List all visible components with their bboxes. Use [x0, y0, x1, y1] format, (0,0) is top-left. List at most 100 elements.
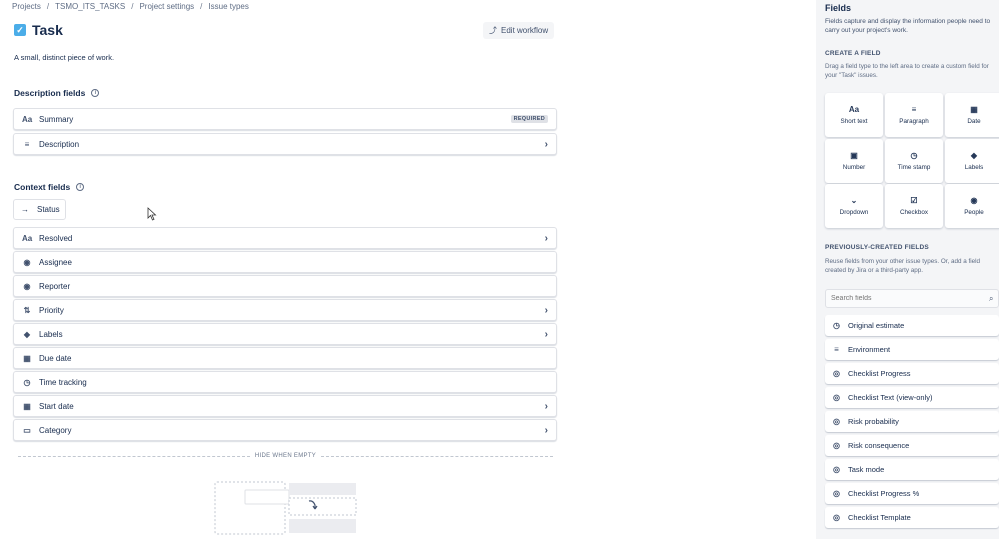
hide-when-empty-label: HIDE WHEN EMPTY — [254, 453, 317, 459]
tile-checkbox[interactable]: ☑ Checkbox — [885, 184, 943, 228]
tile-date[interactable]: ▦ Date — [945, 93, 999, 137]
description-fields-title: Description fields — [14, 88, 86, 98]
field-time-tracking[interactable]: ◷ Time tracking — [13, 371, 557, 393]
field-description[interactable]: ≡ Description › — [13, 133, 557, 155]
prev-field-risk-probability[interactable]: ◎ Risk probability — [825, 411, 999, 432]
dashed-line — [321, 455, 554, 457]
info-icon[interactable]: i — [76, 183, 85, 191]
field-assignee[interactable]: ◉ Assignee — [13, 251, 557, 273]
stopwatch-icon: ◷ — [23, 377, 31, 387]
breadcrumb-separator: / — [200, 2, 203, 11]
breadcrumb-project[interactable]: TSMO_ITS_TASKS — [55, 2, 125, 11]
page-title: Task — [32, 22, 63, 38]
tile-people[interactable]: ◉ People — [945, 184, 999, 228]
tile-time-stamp[interactable]: ◷ Time stamp — [885, 139, 943, 183]
breadcrumb-projects[interactable]: Projects — [12, 2, 41, 11]
label-tag-icon: ◆ — [970, 151, 978, 160]
field-due-date[interactable]: ▦ Due date — [13, 347, 557, 369]
prev-field-label: Checklist Template — [848, 513, 911, 522]
status-field[interactable]: → Status — [13, 199, 66, 220]
calendar-icon: ▦ — [23, 401, 31, 411]
custom-field-icon: ◎ — [833, 417, 840, 426]
calendar-icon: ▦ — [970, 105, 978, 114]
person-icon: ◉ — [23, 281, 31, 291]
short-text-icon: Aa — [22, 233, 33, 243]
context-fields-title: Context fields — [14, 182, 71, 192]
field-category[interactable]: ▭ Category › — [13, 419, 557, 441]
prev-field-label: Original estimate — [848, 321, 905, 330]
breadcrumb-separator: / — [131, 2, 134, 11]
search-fields-input[interactable] — [825, 289, 999, 308]
prev-field-risk-consequence[interactable]: ◎ Risk consequence — [825, 435, 999, 456]
prev-field-checklist-progress[interactable]: ◎ Checklist Progress — [825, 363, 999, 384]
prev-field-label: Checklist Progress % — [848, 489, 920, 498]
field-label: Reporter — [39, 281, 71, 291]
paragraph-icon: ≡ — [911, 105, 917, 114]
prev-field-checklist-progress-percent[interactable]: ◎ Checklist Progress % — [825, 483, 999, 504]
checkbox-icon: ☑ — [910, 196, 918, 205]
clock-icon: ◷ — [833, 321, 840, 330]
status-label: Status — [37, 205, 60, 214]
tile-short-text[interactable]: Aa Short text — [825, 93, 883, 137]
prev-field-task-mode[interactable]: ◎ Task mode — [825, 459, 999, 480]
chevron-right-icon[interactable]: › — [545, 305, 548, 316]
prev-field-label: Risk probability — [848, 417, 899, 426]
prev-field-checklist-template[interactable]: ◎ Checklist Template — [825, 507, 999, 528]
field-reporter[interactable]: ◉ Reporter — [13, 275, 557, 297]
field-summary[interactable]: Aa Summary REQUIRED — [13, 108, 557, 130]
prev-field-original-estimate[interactable]: ◷ Original estimate — [825, 315, 999, 336]
field-label: Category — [39, 425, 72, 435]
arrow-right-icon: → — [21, 205, 29, 214]
field-label: Priority — [39, 305, 64, 315]
tile-labels[interactable]: ◆ Labels — [945, 139, 999, 183]
create-field-description: Drag a field type to the left area to cr… — [825, 63, 989, 79]
custom-field-icon: ◎ — [833, 393, 840, 402]
description-fields-heading: Description fields i — [14, 88, 100, 98]
chevron-right-icon[interactable]: › — [545, 233, 548, 244]
search-icon[interactable]: ⌕ — [989, 294, 993, 304]
person-icon: ◉ — [23, 257, 31, 267]
tile-label: Number — [842, 164, 866, 171]
chevron-right-icon[interactable]: › — [545, 401, 548, 412]
custom-field-icon: ◎ — [833, 489, 840, 498]
clock-icon: ◷ — [910, 151, 918, 160]
breadcrumb-issue-types[interactable]: Issue types — [208, 2, 248, 11]
breadcrumb-project-settings[interactable]: Project settings — [139, 2, 194, 11]
field-label: Summary — [39, 114, 74, 124]
tile-dropdown[interactable]: ⌄ Dropdown — [825, 184, 883, 228]
priority-icon: ⇅ — [23, 305, 31, 315]
field-resolved[interactable]: Aa Resolved › — [13, 227, 557, 249]
field-labels[interactable]: ◆ Labels › — [13, 323, 557, 345]
tile-label: Paragraph — [899, 118, 929, 125]
custom-field-icon: ◎ — [833, 513, 840, 522]
breadcrumb-separator: / — [46, 2, 50, 11]
panel-title: Fields — [825, 3, 852, 13]
tile-paragraph[interactable]: ≡ Paragraph — [885, 93, 943, 137]
info-icon[interactable]: i — [91, 89, 100, 97]
calendar-icon: ▦ — [23, 353, 31, 363]
edit-workflow-button[interactable]: ⤴ Edit workflow — [483, 22, 555, 39]
field-label: Start date — [39, 401, 74, 411]
chevron-right-icon[interactable]: › — [545, 425, 548, 436]
tile-label: Date — [967, 118, 981, 125]
prev-field-checklist-text[interactable]: ◎ Checklist Text (view-only) — [825, 387, 999, 408]
chevron-right-icon[interactable]: › — [545, 329, 548, 340]
task-checkbox-icon: ✓ — [14, 24, 26, 36]
paragraph-icon: ≡ — [834, 345, 839, 354]
field-label: Time tracking — [39, 377, 87, 387]
tile-number[interactable]: ▣ Number — [825, 139, 883, 183]
chevron-right-icon[interactable]: › — [545, 139, 548, 150]
field-start-date[interactable]: ▦ Start date › — [13, 395, 557, 417]
field-priority[interactable]: ⇅ Priority › — [13, 299, 557, 321]
context-fields-heading: Context fields i — [14, 182, 85, 192]
field-label: Resolved — [39, 233, 73, 243]
prev-field-environment[interactable]: ≡ Environment — [825, 339, 999, 360]
title-row: ✓ Task — [14, 22, 63, 38]
hide-when-empty-divider: HIDE WHEN EMPTY — [18, 452, 554, 460]
custom-field-icon: ◎ — [833, 369, 840, 378]
field-label: Assignee — [39, 257, 72, 267]
short-text-icon: Aa — [848, 105, 860, 114]
edit-workflow-label: Edit workflow — [501, 26, 549, 35]
folder-icon: ▭ — [23, 425, 31, 435]
tile-label: Dropdown — [839, 209, 869, 216]
